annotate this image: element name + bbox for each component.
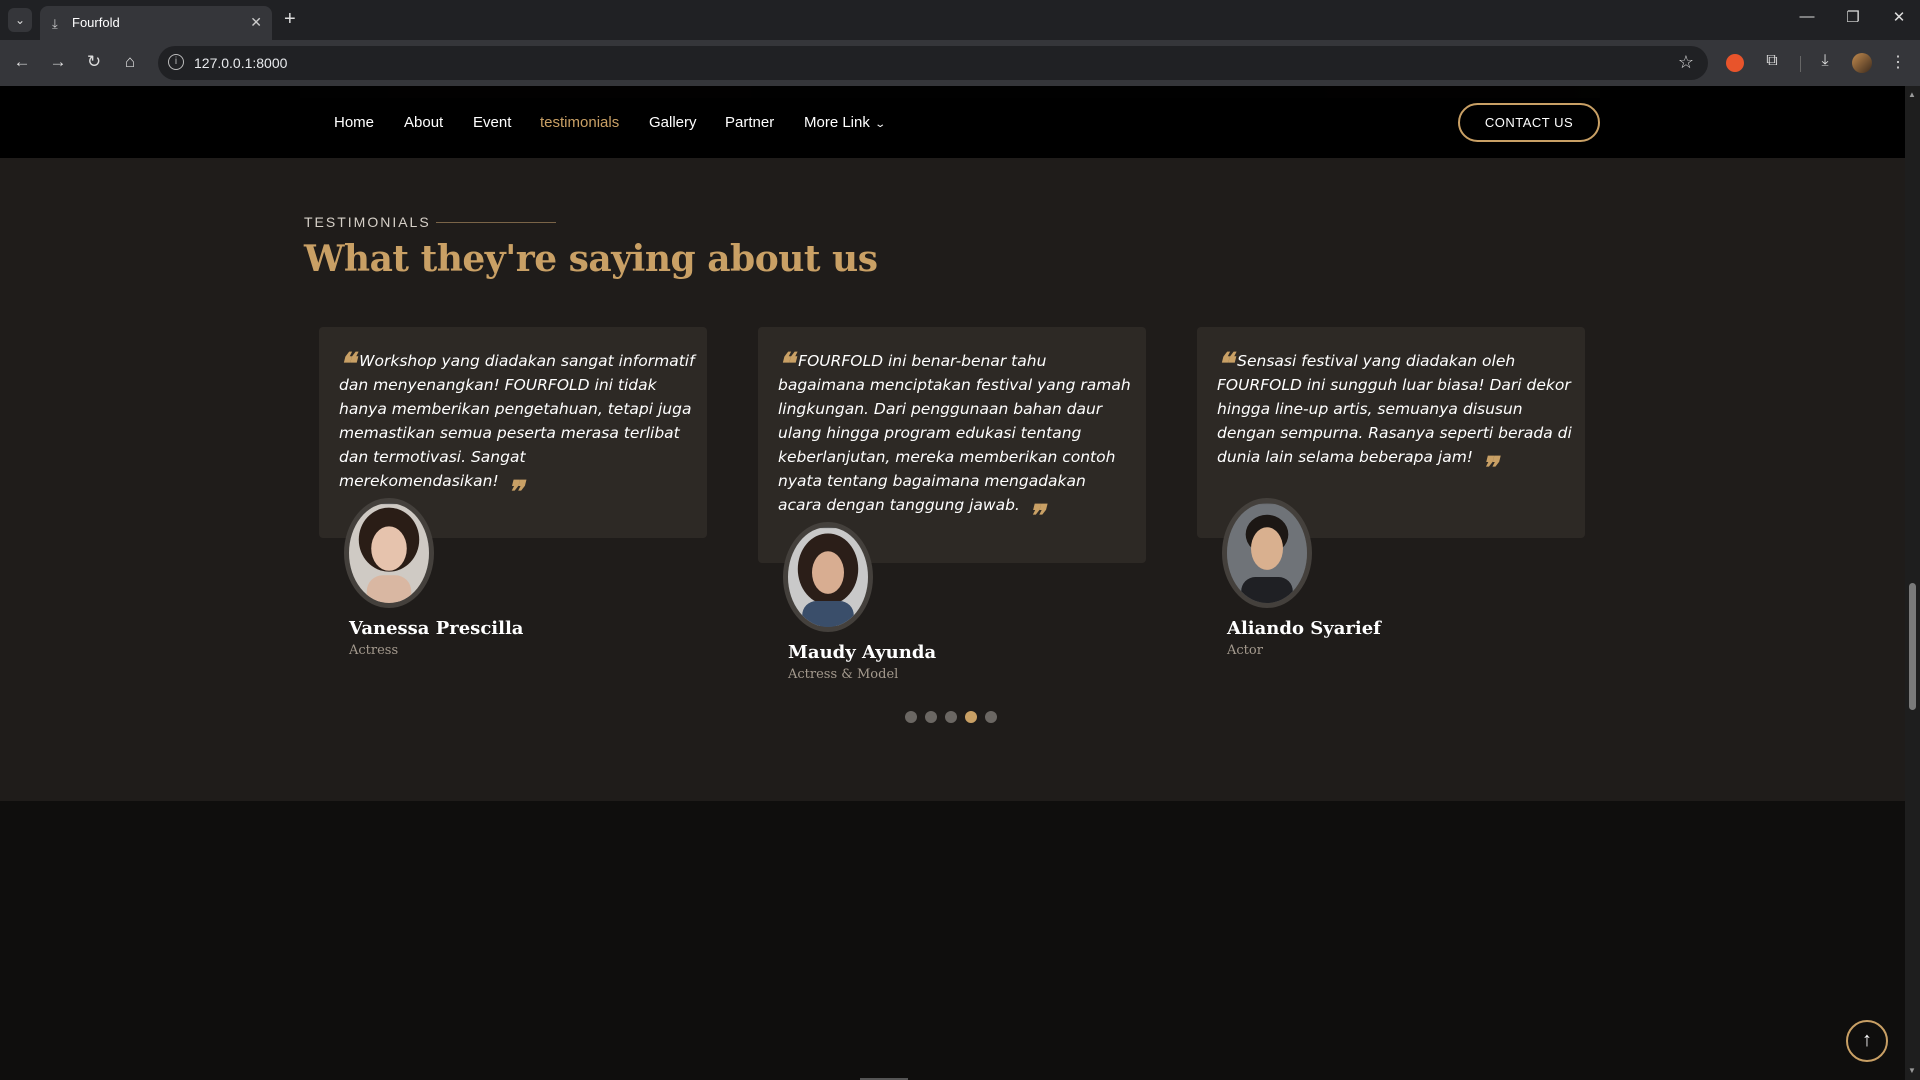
back-arrow-icon[interactable]: ← <box>10 52 34 72</box>
address-bar[interactable]: i 127.0.0.1:8000 ☆ <box>158 46 1708 80</box>
tab-search-button[interactable]: ⌄ <box>8 8 32 32</box>
nav-testimonials[interactable]: testimonials <box>540 114 619 131</box>
carousel-dot-4[interactable] <box>965 711 977 723</box>
nav-about[interactable]: About <box>404 114 443 131</box>
nav-more-link[interactable]: More Link ⌄ <box>804 114 886 131</box>
extension-icon[interactable] <box>1726 54 1744 72</box>
tab-close-icon[interactable]: ✕ <box>250 14 262 31</box>
quote-text: Workshop yang diadakan sangat informatif… <box>339 352 695 490</box>
forward-arrow-icon[interactable]: → <box>46 52 70 72</box>
person-name: Maudy Ayunda <box>788 642 937 663</box>
page-scrollbar[interactable]: ▲ ▼ <box>1905 86 1920 1080</box>
testimonial-quote: ❝ FOURFOLD ini benar-benar tahu bagaimana… <box>778 349 1134 532</box>
page-viewport: Home About Event testimonials Gallery Pa… <box>0 86 1905 1080</box>
back-to-top-button[interactable]: ↑ <box>1846 1020 1888 1062</box>
scrollbar-thumb[interactable] <box>1909 583 1916 710</box>
download-icon[interactable]: ⤓ <box>1813 52 1837 70</box>
browser-tab-bar: ⌄ ⤓ Fourfold ✕ + — ❐ ✕ <box>0 0 1920 40</box>
avatar <box>1222 498 1312 608</box>
scroll-up-icon[interactable]: ▲ <box>1908 90 1916 99</box>
arrow-up-icon: ↑ <box>1862 1029 1872 1051</box>
home-icon[interactable]: ⌂ <box>118 52 142 72</box>
section-heading: What they're saying about us <box>304 238 878 280</box>
browser-toolbar: ← → ↻ ⌂ i 127.0.0.1:8000 ☆ ⧉ ⤓ ⋮ <box>0 40 1920 86</box>
person-role: Actress & Model <box>788 667 899 682</box>
nav-more-link-label: More Link <box>804 114 870 131</box>
nav-home[interactable]: Home <box>334 114 374 131</box>
site-navbar: Home About Event testimonials Gallery Pa… <box>0 86 1905 158</box>
url-text: 127.0.0.1:8000 <box>194 55 288 71</box>
reload-icon[interactable]: ↻ <box>82 52 106 72</box>
avatar <box>783 522 873 632</box>
carousel-dot-5[interactable] <box>985 711 997 723</box>
chevron-down-icon: ⌄ <box>874 119 886 130</box>
carousel-dot-2[interactable] <box>925 711 937 723</box>
quote-close-icon: ❞ <box>506 475 523 510</box>
nav-gallery[interactable]: Gallery <box>649 114 697 131</box>
nav-partner[interactable]: Partner <box>725 114 774 131</box>
quote-text: FOURFOLD ini benar-benar tahu bagaimana … <box>778 352 1131 514</box>
minimize-button[interactable]: — <box>1792 8 1822 25</box>
testimonial-quote: ❝ Workshop yang diadakan sangat informati… <box>339 349 695 508</box>
nav-event[interactable]: Event <box>473 114 511 131</box>
testimonial-quote: ❝ Sensasi festival yang diadakan oleh FOU… <box>1217 349 1573 484</box>
extensions-puzzle-icon[interactable]: ⧉ <box>1760 52 1784 70</box>
carousel-dot-1[interactable] <box>905 711 917 723</box>
eyebrow-divider <box>436 222 556 223</box>
avatar <box>344 498 434 608</box>
person-role: Actor <box>1227 643 1263 658</box>
carousel-pagination <box>905 710 1005 723</box>
favicon-icon: ⤓ <box>52 16 58 31</box>
window-close-button[interactable]: ✕ <box>1884 8 1914 26</box>
profile-avatar[interactable] <box>1852 53 1872 73</box>
quote-close-icon: ❞ <box>1481 451 1498 486</box>
quote-text: Sensasi festival yang diadakan oleh FOUR… <box>1217 352 1572 466</box>
new-tab-button[interactable]: + <box>284 8 296 30</box>
toolbar-separator <box>1800 56 1801 72</box>
menu-kebab-icon[interactable]: ⋮ <box>1886 52 1910 72</box>
person-name: Vanessa Prescilla <box>349 618 524 639</box>
contact-us-button[interactable]: CONTACT US <box>1458 103 1600 142</box>
carousel-dot-3[interactable] <box>945 711 957 723</box>
restore-button[interactable]: ❐ <box>1838 8 1868 26</box>
section-eyebrow: TESTIMONIALS <box>304 214 431 230</box>
site-info-icon[interactable]: i <box>168 54 184 70</box>
browser-tab[interactable]: ⤓ Fourfold ✕ <box>40 6 272 40</box>
scroll-down-icon[interactable]: ▼ <box>1908 1066 1916 1075</box>
person-role: Actress <box>349 643 399 658</box>
bookmark-star-icon[interactable]: ☆ <box>1678 52 1694 73</box>
tab-title: Fourfold <box>72 15 120 30</box>
next-section <box>0 801 1905 1080</box>
person-name: Aliando Syarief <box>1227 618 1381 639</box>
quote-close-icon: ❞ <box>1027 499 1044 534</box>
